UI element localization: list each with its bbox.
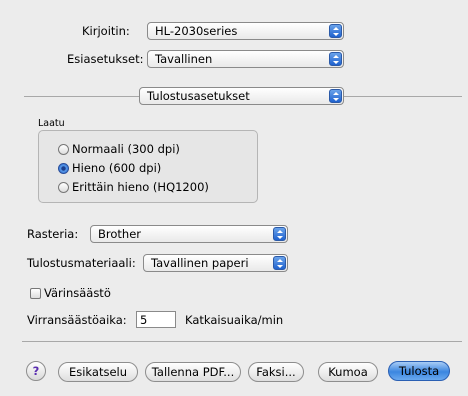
presets-value: Tavallinen bbox=[155, 52, 213, 66]
print-button[interactable]: Tulosta bbox=[388, 361, 450, 381]
sleep-unit-label: Katkaisuaika/min bbox=[185, 313, 284, 327]
presets-label: Esiasetukset: bbox=[67, 52, 144, 66]
presets-popup[interactable]: Tavallinen bbox=[147, 50, 344, 68]
printer-value: HL-2030series bbox=[155, 24, 238, 38]
bottom-separator bbox=[22, 341, 462, 342]
fax-button[interactable]: Faksi... bbox=[248, 362, 304, 382]
raster-popup[interactable]: Brother bbox=[90, 225, 288, 243]
popup-arrows-icon bbox=[329, 24, 342, 38]
toner-save-checkbox[interactable] bbox=[30, 288, 41, 299]
separator-left bbox=[24, 96, 139, 97]
quality-radio-normal[interactable] bbox=[58, 144, 69, 155]
quality-option-label: Erittäin hieno (HQ1200) bbox=[72, 180, 209, 194]
popup-arrows-icon bbox=[329, 89, 342, 103]
help-icon: ? bbox=[32, 364, 40, 378]
panel-value: Tulostusasetukset bbox=[147, 89, 250, 103]
media-label: Tulostusmateriaali: bbox=[27, 256, 136, 270]
popup-arrows-icon bbox=[273, 227, 286, 241]
panel-popup[interactable]: Tulostusasetukset bbox=[139, 87, 344, 105]
raster-label: Rasteria: bbox=[27, 227, 79, 241]
save-pdf-button[interactable]: Tallenna PDF... bbox=[145, 362, 241, 382]
raster-value: Brother bbox=[98, 227, 142, 241]
printer-label: Kirjoitin: bbox=[82, 24, 130, 38]
sleep-time-input[interactable] bbox=[136, 311, 176, 328]
cancel-button[interactable]: Kumoa bbox=[318, 362, 378, 382]
media-value: Tavallinen paperi bbox=[151, 256, 249, 270]
preview-button[interactable]: Esikatselu bbox=[58, 362, 138, 382]
quality-option-label: Normaali (300 dpi) bbox=[72, 142, 180, 156]
quality-radio-extra-fine[interactable] bbox=[58, 182, 69, 193]
sleep-label: Virransäästöaika: bbox=[27, 313, 127, 327]
toner-save-label: Värinsäästö bbox=[44, 286, 111, 300]
popup-arrows-icon bbox=[329, 52, 342, 66]
popup-arrows-icon bbox=[273, 256, 286, 270]
quality-radio-fine[interactable] bbox=[58, 163, 69, 174]
help-button[interactable]: ? bbox=[26, 361, 46, 381]
quality-option-label: Hieno (600 dpi) bbox=[72, 161, 162, 175]
printer-popup[interactable]: HL-2030series bbox=[147, 22, 344, 40]
separator-right bbox=[344, 96, 462, 97]
quality-title: Laatu bbox=[38, 118, 65, 129]
media-popup[interactable]: Tavallinen paperi bbox=[143, 254, 288, 272]
